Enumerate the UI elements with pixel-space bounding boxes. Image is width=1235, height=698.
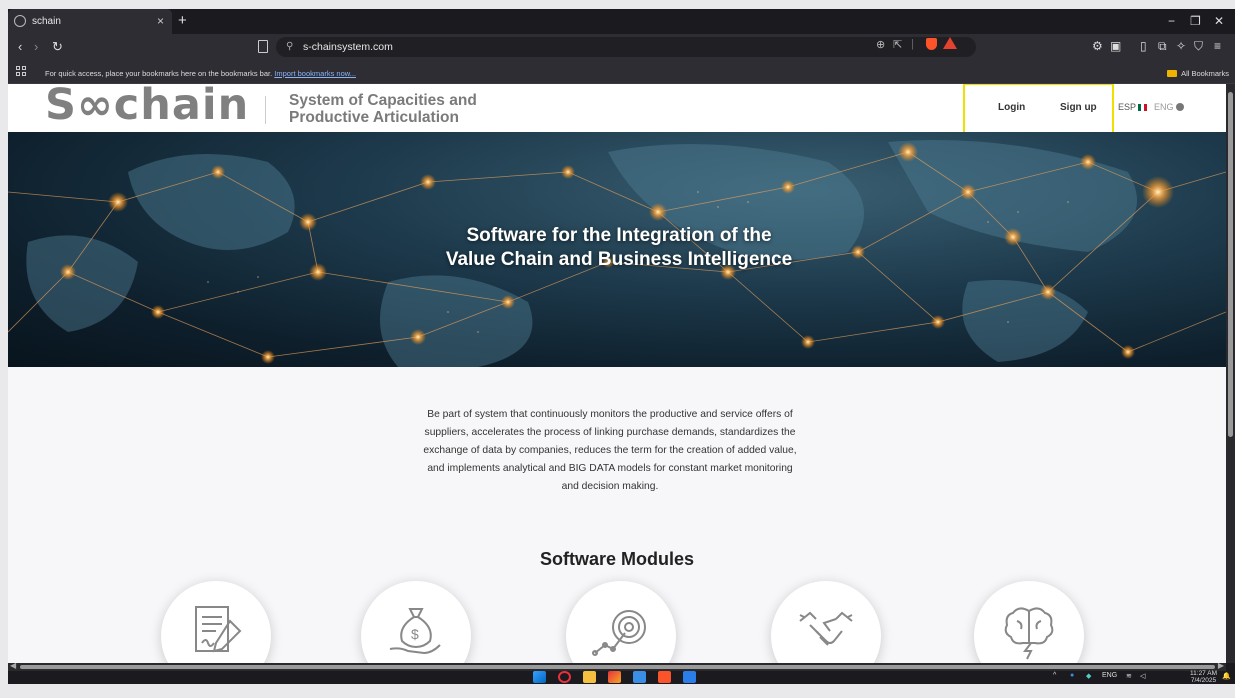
login-link[interactable]: Login — [998, 102, 1025, 113]
browser-tab[interactable]: schain × — [8, 9, 172, 34]
system-clock[interactable]: 11:27 AM 7/4/2025 — [1190, 670, 1217, 684]
tab-strip: schain × + − ❐ ✕ — [8, 9, 1235, 34]
tab-title: schain — [32, 16, 61, 27]
vpn-icon[interactable]: ⛉ — [1194, 39, 1203, 54]
file-explorer-icon[interactable] — [583, 671, 596, 683]
all-bookmarks-label: All Bookmarks — [1181, 69, 1229, 78]
wifi-icon[interactable]: ≋ — [1126, 672, 1132, 680]
lang-esp-button[interactable]: ESP — [1118, 102, 1148, 112]
language-indicator[interactable]: ENG — [1102, 672, 1117, 679]
tagline-line1: System of Capacities and — [289, 92, 477, 109]
forward-icon[interactable]: › — [34, 39, 38, 54]
app-icon[interactable] — [633, 671, 646, 683]
page-viewport: S∞chain System of Capacities and Product… — [8, 84, 1226, 663]
browser-window: schain × + − ❐ ✕ ‹ › ↻ ⚲ s-chainsystem.c… — [8, 9, 1235, 684]
restore-icon[interactable]: ❐ — [1190, 14, 1201, 28]
hero-title-line1: Software for the Integration of the — [466, 225, 772, 246]
wallet-icon[interactable]: ▣ — [1110, 39, 1121, 53]
modules-heading: Software Modules — [539, 549, 695, 569]
site-settings-icon[interactable]: ⚲ — [286, 41, 293, 52]
new-tab-button[interactable]: + — [178, 12, 187, 29]
opera-icon[interactable] — [558, 671, 571, 683]
scroll-left-icon[interactable]: ◀ — [10, 661, 16, 670]
scroll-right-icon[interactable]: ▶ — [1218, 661, 1224, 670]
hero-banner: Software for the Integration of the Valu… — [8, 132, 1226, 367]
scrollbar-thumb[interactable] — [1228, 92, 1233, 437]
brave-rewards-icon[interactable] — [943, 37, 957, 49]
network-app-icon[interactable]: ◆ — [1086, 672, 1091, 680]
app-icon[interactable] — [608, 671, 621, 683]
share-icon[interactable]: ⇱ — [893, 38, 902, 51]
hero-title-line2: Value Chain and Business Intelligence — [445, 249, 793, 270]
site-logo[interactable]: S∞chain — [45, 84, 249, 130]
bluetooth-icon[interactable]: ● — [1070, 672, 1074, 679]
module-card-documents[interactable] — [161, 581, 271, 663]
brain-lightning-icon — [1004, 607, 1054, 660]
divider: | — [911, 38, 914, 50]
brave-icon[interactable] — [658, 671, 671, 683]
target-growth-icon — [592, 610, 646, 656]
site-favicon-icon — [14, 15, 26, 27]
minimize-icon[interactable]: − — [1168, 14, 1175, 28]
site-tagline: System of Capacities and Productive Arti… — [289, 92, 477, 126]
tray-chevron-icon[interactable]: ^ — [1053, 672, 1056, 679]
apps-grid-icon[interactable] — [16, 66, 26, 76]
close-tab-button[interactable]: × — [157, 14, 164, 28]
notifications-icon[interactable]: 🔔 — [1222, 672, 1231, 680]
bookmarks-bar: For quick access, place your bookmarks h… — [8, 60, 1235, 84]
signup-link[interactable]: Sign up — [1060, 102, 1097, 113]
lang-eng-button[interactable]: ENG — [1154, 102, 1184, 112]
module-card-intelligence[interactable] — [974, 581, 1084, 663]
browser-toolbar: ‹ › ↻ ⚲ s-chainsystem.com ⊕ ⇱ | ⚙ ▣ ▯ ⧉ … — [8, 34, 1235, 60]
sidebar-icon[interactable]: ▯ — [1140, 39, 1147, 53]
window-close-icon[interactable]: ✕ — [1214, 14, 1224, 28]
hero-title: Software for the Integration of the Valu… — [8, 224, 1226, 272]
module-card-finance[interactable]: $ — [361, 581, 471, 663]
handshake-icon — [799, 611, 853, 646]
clock-date: 7/4/2025 — [1190, 676, 1217, 684]
vertical-scrollbar[interactable] — [1226, 84, 1235, 663]
back-icon[interactable]: ‹ — [18, 39, 22, 54]
extensions-icon[interactable]: ⚙ — [1092, 39, 1103, 53]
tab-search-icon[interactable]: ⧉ — [1158, 39, 1167, 54]
intro-paragraph: Be part of system that continuously moni… — [423, 409, 797, 492]
bookmark-page-icon[interactable] — [258, 40, 268, 53]
zoom-icon[interactable]: ⊕ — [876, 38, 885, 51]
money-bag-hand-icon: $ — [389, 608, 441, 655]
document-signature-icon — [195, 606, 242, 653]
site-header: S∞chain System of Capacities and Product… — [8, 84, 1226, 134]
mexico-flag-icon — [1138, 104, 1148, 111]
notepad-icon[interactable] — [683, 671, 696, 683]
lang-eng-label: ENG — [1154, 102, 1174, 112]
volume-icon[interactable]: ◁ — [1140, 672, 1145, 680]
brave-shields-icon[interactable] — [926, 38, 937, 50]
address-bar[interactable]: ⚲ s-chainsystem.com — [276, 37, 976, 57]
module-card-analytics[interactable] — [566, 581, 676, 663]
all-bookmarks-button[interactable]: All Bookmarks — [1167, 69, 1229, 78]
uk-flag-icon — [1175, 103, 1184, 111]
folder-icon — [1167, 70, 1178, 77]
leo-ai-icon[interactable]: ✧ — [1176, 39, 1186, 53]
module-card-partnerships[interactable] — [771, 581, 881, 663]
scrollbar-thumb[interactable] — [20, 665, 1215, 669]
start-icon[interactable] — [533, 671, 546, 683]
reload-icon[interactable]: ↻ — [52, 39, 63, 55]
lang-esp-label: ESP — [1118, 102, 1137, 112]
svg-text:$: $ — [411, 626, 419, 642]
bookmarks-hint: For quick access, place your bookmarks h… — [45, 69, 356, 78]
url-text[interactable]: s-chainsystem.com — [303, 41, 393, 53]
tagline-line2: Productive Articulation — [289, 109, 459, 126]
logo-divider — [265, 96, 266, 124]
windows-taskbar: ^ ● ◆ ENG ≋ ◁ 11:27 AM 7/4/2025 🔔 — [8, 670, 1235, 684]
horizontal-scrollbar[interactable]: ◀ ▶ — [8, 661, 1226, 671]
import-bookmarks-link[interactable]: Import bookmarks now... — [274, 69, 356, 78]
menu-icon[interactable]: ≡ — [1214, 39, 1221, 53]
bookmarks-hint-text: For quick access, place your bookmarks h… — [45, 69, 273, 78]
